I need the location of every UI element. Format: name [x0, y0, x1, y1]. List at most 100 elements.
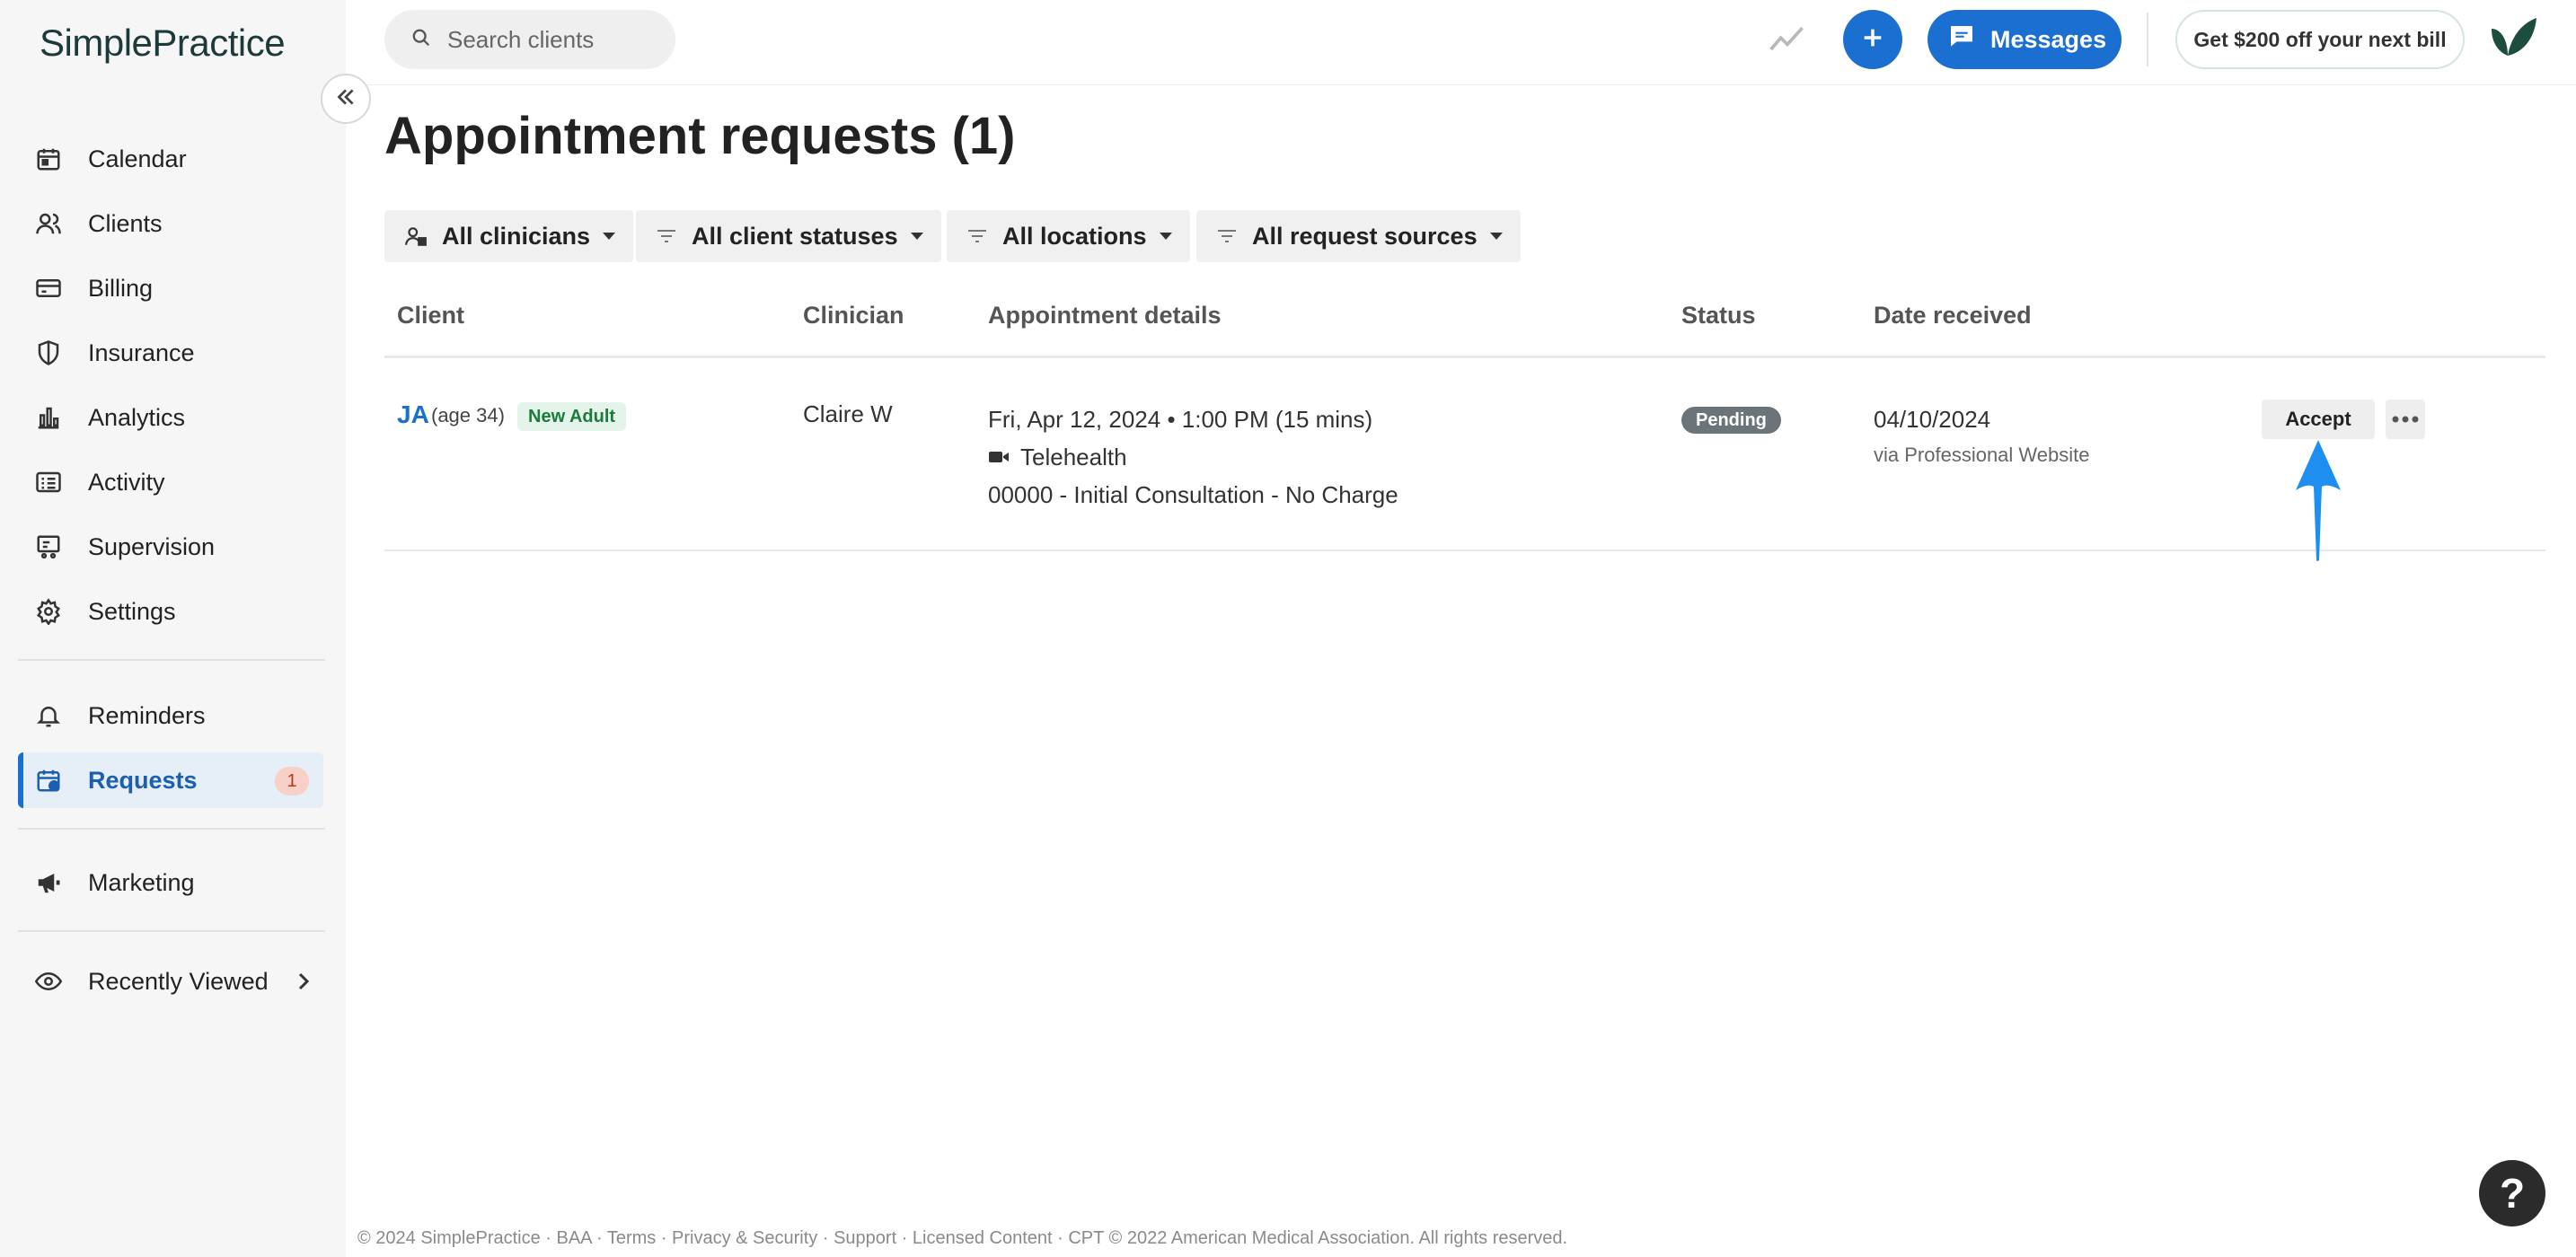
messages-button[interactable]: Messages: [1928, 10, 2122, 69]
appointment-location-label: Telehealth: [1020, 444, 1127, 470]
accept-button[interactable]: Accept: [2262, 400, 2375, 439]
messages-label: Messages: [1990, 25, 2107, 53]
sidebar-item-label: Marketing: [88, 868, 195, 896]
list-icon: [34, 468, 63, 497]
sidebar-item-recently-viewed[interactable]: Recently Viewed: [18, 954, 323, 1009]
billing-icon: [34, 274, 63, 303]
filter-icon: [656, 227, 677, 245]
caret-down-icon: [910, 233, 923, 240]
double-chevron-left-icon: [334, 85, 357, 113]
filter-locations[interactable]: All locations: [947, 210, 1190, 262]
gear-icon: [34, 597, 63, 626]
shield-icon: [34, 338, 63, 367]
column-header-date-received: Date received: [1874, 302, 2032, 329]
sidebar-divider: [18, 930, 325, 932]
sidebar-item-billing[interactable]: Billing: [18, 260, 323, 316]
supervision-icon: [34, 532, 63, 561]
appointment-service: 00000 - Initial Consultation - No Charge: [988, 481, 1398, 508]
caret-down-icon: [1159, 233, 1172, 240]
sidebar-item-label: Requests: [88, 766, 198, 794]
help-button[interactable]: ?: [2479, 1160, 2545, 1226]
filter-client-statuses[interactable]: All client statuses: [636, 210, 941, 262]
sidebar-divider: [18, 828, 325, 830]
more-options-button[interactable]: [2386, 400, 2425, 439]
leaf-icon[interactable]: [2488, 16, 2538, 67]
plus-icon: [1860, 25, 1885, 55]
annotation-arrow-icon: [2292, 440, 2344, 567]
collapse-sidebar-button[interactable]: [321, 74, 371, 124]
video-camera-icon: [988, 444, 1010, 471]
filter-clinicians[interactable]: All clinicians: [384, 210, 634, 262]
clinician-icon: [404, 224, 428, 248]
caret-down-icon: [1489, 233, 1503, 240]
sidebar-item-clients[interactable]: Clients: [18, 196, 323, 251]
caret-down-icon: [603, 233, 616, 240]
filter-icon: [1216, 227, 1238, 245]
calendar-icon: [34, 145, 63, 173]
calendar-request-icon: [34, 766, 63, 795]
chevron-right-icon: [293, 970, 314, 999]
clients-icon: [34, 209, 63, 238]
filter-label: All clinicians: [442, 222, 591, 250]
sidebar-item-label: Recently Viewed: [88, 967, 269, 995]
appointment-location: Telehealth: [988, 444, 1127, 471]
megaphone-icon: [34, 868, 63, 897]
column-header-status: Status: [1681, 302, 1756, 329]
bell-icon: [34, 701, 63, 730]
filter-request-sources[interactable]: All request sources: [1196, 210, 1521, 262]
search-icon: [411, 28, 431, 52]
client-age: (age 34): [431, 404, 505, 426]
sidebar-item-activity[interactable]: Activity: [18, 454, 323, 510]
sidebar-item-reminders[interactable]: Reminders: [18, 688, 323, 743]
sidebar-item-label: Reminders: [88, 701, 206, 729]
sidebar-item-calendar[interactable]: Calendar: [18, 131, 323, 187]
sidebar-item-requests[interactable]: Requests 1: [18, 752, 323, 808]
request-source: via Professional Website: [1874, 444, 2090, 466]
page-title: Appointment requests (1): [384, 107, 1016, 165]
footer-text: © 2024 SimplePractice · BAA · Terms · Pr…: [357, 1228, 1568, 1248]
filter-icon: [966, 227, 988, 245]
table-row-border: [384, 549, 2545, 551]
header-border: [346, 84, 2576, 85]
eye-icon: [34, 967, 63, 996]
sidebar-item-label: Settings: [88, 597, 176, 625]
filter-label: All client statuses: [692, 222, 898, 250]
table-header-border: [384, 356, 2545, 358]
brand-name: SimplePractice: [40, 22, 286, 64]
column-header-client: Client: [397, 302, 465, 329]
sidebar-item-label: Calendar: [88, 145, 187, 172]
trend-icon[interactable]: [1768, 20, 1807, 64]
sidebar-item-supervision[interactable]: Supervision: [18, 519, 323, 575]
promo-button[interactable]: Get $200 off your next bill: [2175, 10, 2465, 69]
appointment-datetime: Fri, Apr 12, 2024 • 1:00 PM (15 mins): [988, 406, 1373, 433]
sidebar-item-label: Activity: [88, 468, 165, 496]
filter-label: All locations: [1002, 222, 1147, 250]
promo-label: Get $200 off your next bill: [2193, 27, 2447, 51]
brand-logo[interactable]: SimplePractice: [40, 22, 286, 65]
question-mark-icon: ?: [2499, 1170, 2526, 1217]
bar-chart-icon: [34, 403, 63, 432]
sidebar-item-label: Analytics: [88, 403, 186, 431]
sidebar-item-analytics[interactable]: Analytics: [18, 390, 323, 445]
sidebar-divider: [18, 659, 325, 661]
ellipsis-icon: [2392, 411, 2419, 427]
sidebar-item-insurance[interactable]: Insurance: [18, 325, 323, 381]
chat-bubble-icon: [1947, 22, 1976, 57]
header-divider: [2147, 13, 2148, 66]
sidebar: SimplePractice Calendar Clients Billing …: [0, 0, 346, 1257]
date-received: 04/10/2024: [1874, 406, 1991, 433]
client-link[interactable]: JA: [397, 400, 429, 429]
sidebar-item-settings[interactable]: Settings: [18, 584, 323, 639]
sidebar-item-label: Supervision: [88, 532, 216, 560]
sidebar-item-label: Billing: [88, 274, 154, 302]
column-header-clinician: Clinician: [803, 302, 904, 329]
column-header-appointment-details: Appointment details: [988, 302, 1222, 329]
search-input[interactable]: [447, 25, 663, 54]
clinician-name: Claire W: [803, 400, 893, 427]
sidebar-item-label: Insurance: [88, 338, 195, 366]
sidebar-item-marketing[interactable]: Marketing: [18, 855, 323, 910]
sidebar-item-label: Clients: [88, 209, 163, 237]
add-button[interactable]: [1843, 10, 1902, 69]
search-box[interactable]: [384, 10, 675, 69]
requests-count-badge: 1: [275, 767, 309, 796]
